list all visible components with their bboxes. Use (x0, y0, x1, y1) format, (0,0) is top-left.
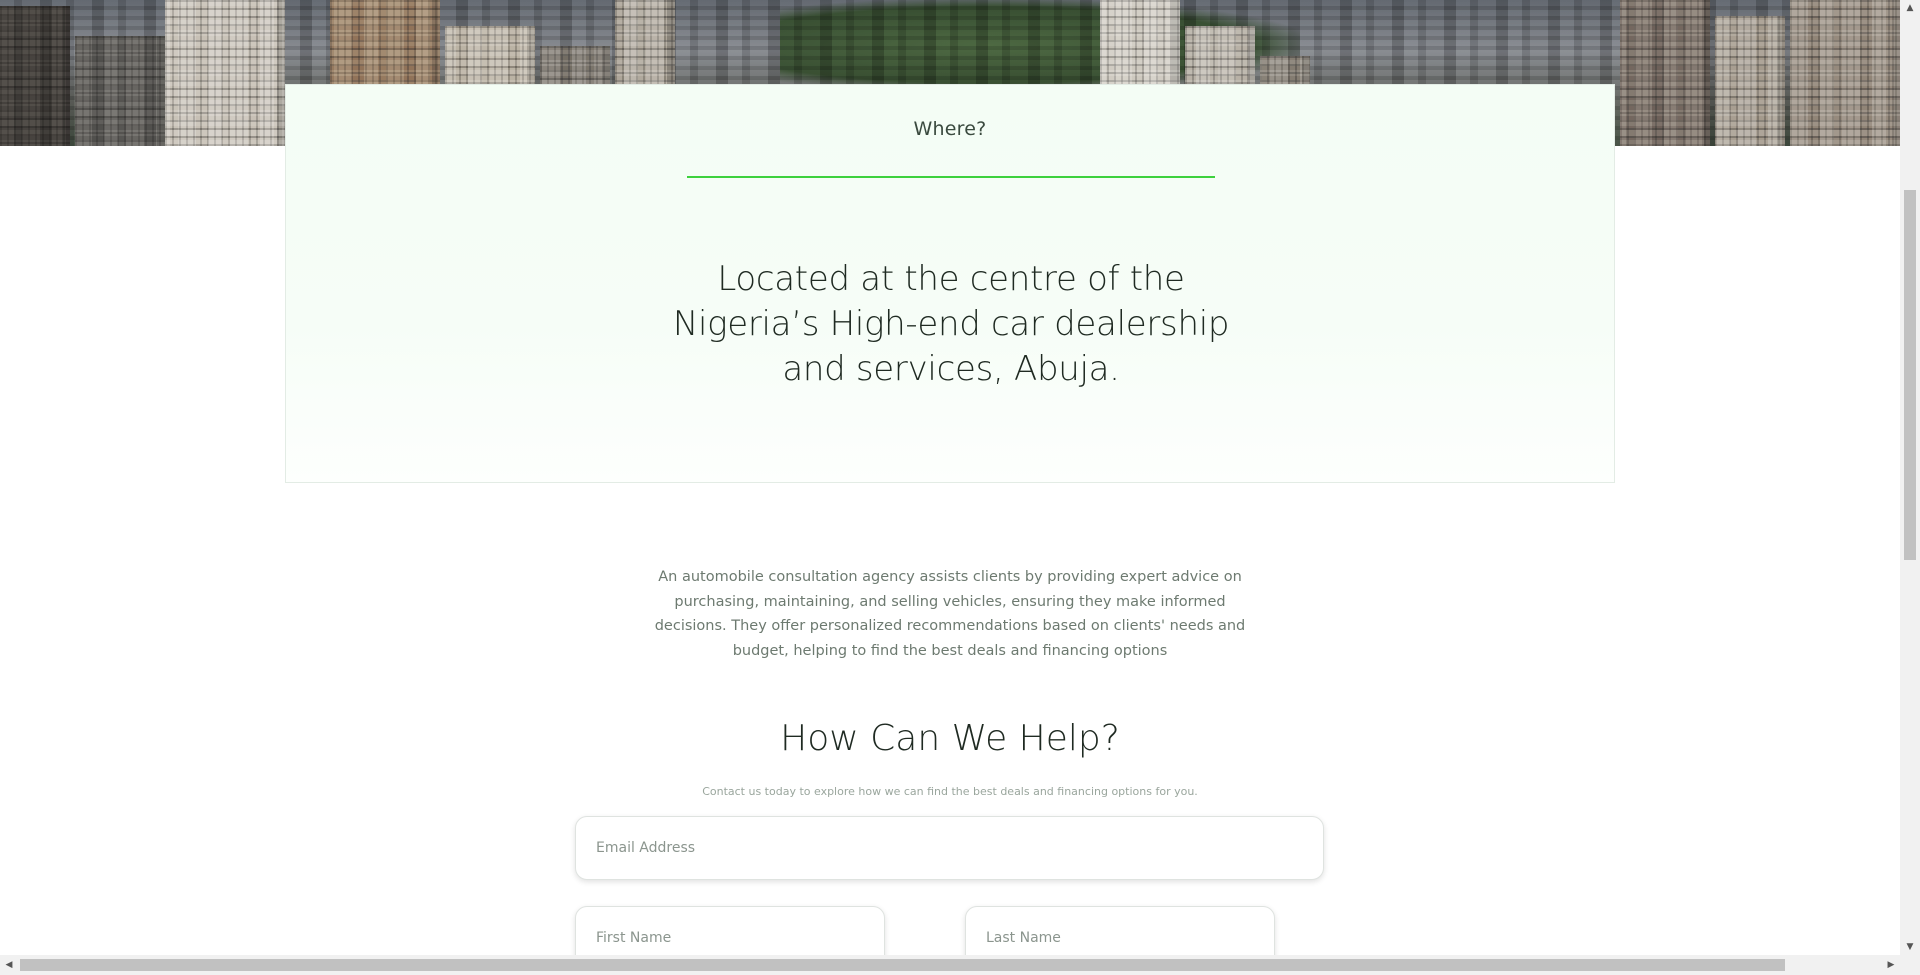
headline-line: and services, Abuja. (782, 349, 1120, 389)
headline-line: Located at the centre of the (717, 259, 1185, 299)
location-headline: Located at the centre of the Nigeria’s H… (651, 257, 1251, 392)
scroll-left-arrow-icon[interactable]: ◀ (0, 955, 18, 975)
scroll-down-arrow-icon[interactable]: ▼ (1900, 939, 1920, 955)
contact-title: How Can We Help? (780, 718, 1120, 759)
contact-subtitle: Contact us today to explore how we can f… (702, 785, 1198, 798)
scroll-up-arrow-icon[interactable]: ▲ (1900, 0, 1920, 16)
email-field[interactable] (575, 816, 1324, 880)
headline-line: Nigeria’s High-end car dealership (672, 304, 1230, 344)
location-card: Where? Located at the centre of the Nige… (285, 84, 1615, 483)
vertical-scrollbar[interactable]: ▲ ▼ (1900, 0, 1920, 955)
vertical-scroll-thumb[interactable] (1904, 190, 1916, 560)
horizontal-scroll-thumb[interactable] (20, 959, 1785, 971)
horizontal-scrollbar[interactable]: ◀ ▶ (0, 955, 1920, 975)
accent-divider (687, 176, 1215, 178)
agency-description: An automobile consultation agency assist… (654, 569, 1246, 659)
location-eyebrow: Where? (913, 118, 987, 140)
scroll-right-arrow-icon[interactable]: ▶ (1882, 955, 1900, 975)
